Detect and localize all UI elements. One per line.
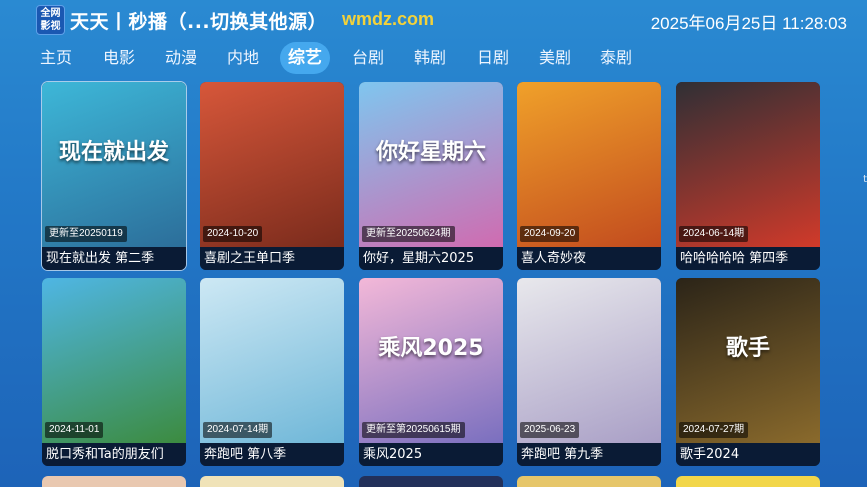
update-badge: 2025-06-23 [520,422,580,438]
update-badge: 2024-10-20 [203,226,263,242]
poster-image: 歌手 2024-07-27期 [676,278,820,443]
media-card[interactable]: 2024-11-01 脱口秀和Ta的朋友们 [42,278,186,466]
update-badge: 2024-11-01 [45,422,104,438]
media-card[interactable]: 2024-09-20 喜人奇妙夜 [517,82,661,270]
media-card[interactable]: 2024-10-20 喜剧之王单口季 [200,82,344,270]
edge-marker: t [863,174,867,185]
media-card-partial[interactable] [359,476,503,487]
poster-title-art: 现在就出发 [58,140,169,165]
card-title: 歌手2024 [676,443,820,466]
media-card-partial[interactable] [517,476,661,487]
poster-image: 2024-09-20 [517,82,661,247]
update-badge: 2024-06-14期 [679,226,749,242]
card-title: 你好，星期六2025 [359,247,503,270]
card-title: 奔跑吧 第九季 [517,443,661,466]
poster-title-art: 你好星期六 [375,140,486,165]
poster-image: 2024-10-20 [200,82,344,247]
card-title: 哈哈哈哈哈 第四季 [676,247,820,270]
poster-title-art: 歌手 [725,336,770,361]
media-card-partial[interactable] [676,476,820,487]
poster-image: 2024-07-14期 [200,278,344,443]
media-card[interactable]: 2024-06-14期哈哈哈哈哈 第四季 [676,82,820,270]
update-badge: 更新至第20250615期 [362,422,465,438]
update-badge: 2024-09-20 [520,226,580,242]
poster-image: 2024-06-14期 [676,82,820,247]
poster-image: 你好星期六更新至20250624期 [359,82,503,247]
card-title: 喜剧之王单口季 [200,247,344,270]
update-badge: 2024-07-14期 [203,422,273,438]
media-card[interactable]: 歌手 2024-07-27期歌手2024 [676,278,820,466]
media-card-partial[interactable] [200,476,344,487]
poster-title-art: 乘风2025 [378,336,484,361]
poster-image: 乘风2025 更新至第20250615期 [359,278,503,443]
media-card-partial[interactable] [42,476,186,487]
card-title: 乘风2025 [359,443,503,466]
media-card[interactable]: 现在就出发 更新至20250119 现在就出发 第二季 [42,82,186,270]
update-badge: 更新至20250624期 [362,226,455,242]
content-grid: 现在就出发 更新至20250119 现在就出发 第二季 2024-10-20 喜剧之王单… [0,0,867,487]
card-title: 奔跑吧 第八季 [200,443,344,466]
update-badge: 2024-07-27期 [679,422,749,438]
media-card[interactable]: 你好星期六更新至20250624期你好，星期六2025 [359,82,503,270]
card-title: 喜人奇妙夜 [517,247,661,270]
card-title: 现在就出发 第二季 [42,247,186,270]
media-card[interactable]: 乘风2025 更新至第20250615期 乘风2025 [359,278,503,466]
poster-image: 2025-06-23 [517,278,661,443]
media-card[interactable]: 2025-06-23 奔跑吧 第九季 [517,278,661,466]
card-title: 脱口秀和Ta的朋友们 [42,443,186,466]
update-badge: 更新至20250119 [45,226,127,242]
poster-image: 现在就出发更新至20250119 [42,82,186,247]
media-card[interactable]: 2024-07-14期奔跑吧 第八季 [200,278,344,466]
poster-image: 2024-11-01 [42,278,186,443]
